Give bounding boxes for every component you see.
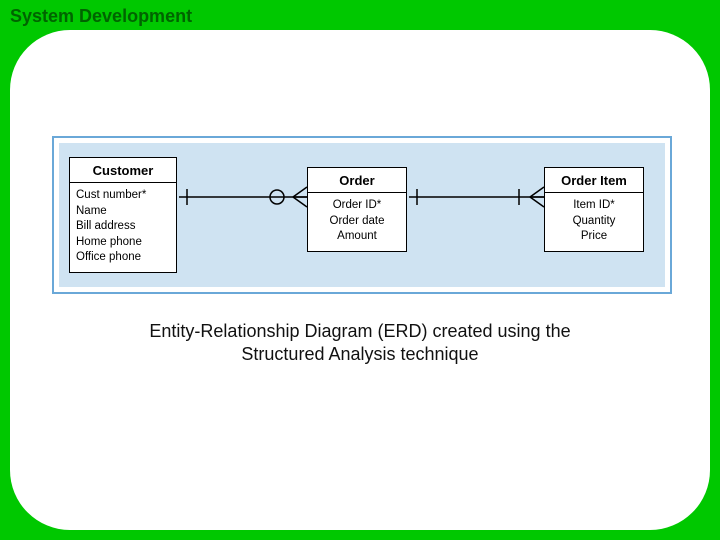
caption: Entity-Relationship Diagram (ERD) create… xyxy=(10,320,710,367)
entity-order: Order Order ID* Order date Amount xyxy=(307,167,407,252)
attr: Quantity xyxy=(551,214,637,230)
page-title: System Development xyxy=(10,6,192,27)
entity-title: Customer xyxy=(70,158,176,183)
entity-attrs: Order ID* Order date Amount xyxy=(308,193,406,251)
caption-text: Entity-Relationship Diagram (ERD) create… xyxy=(149,321,570,364)
entity-order-item: Order Item Item ID* Quantity Price xyxy=(544,167,644,252)
entity-attrs: Item ID* Quantity Price xyxy=(545,193,643,251)
attr: Price xyxy=(551,229,637,245)
attr: Amount xyxy=(314,229,400,245)
attr: Cust number* xyxy=(76,188,170,204)
slide-panel: Customer Cust number* Name Bill address … xyxy=(10,30,710,530)
attr: Name xyxy=(76,204,170,220)
attr: Item ID* xyxy=(551,198,637,214)
attr: Office phone xyxy=(76,250,170,266)
attr: Home phone xyxy=(76,235,170,251)
erd-canvas: Customer Cust number* Name Bill address … xyxy=(59,143,665,287)
erd-frame: Customer Cust number* Name Bill address … xyxy=(52,136,672,294)
entity-attrs: Cust number* Name Bill address Home phon… xyxy=(70,183,176,272)
attr: Order ID* xyxy=(314,198,400,214)
attr: Order date xyxy=(314,214,400,230)
entity-customer: Customer Cust number* Name Bill address … xyxy=(69,157,177,273)
entity-title: Order Item xyxy=(545,168,643,193)
attr: Bill address xyxy=(76,219,170,235)
entity-title: Order xyxy=(308,168,406,193)
